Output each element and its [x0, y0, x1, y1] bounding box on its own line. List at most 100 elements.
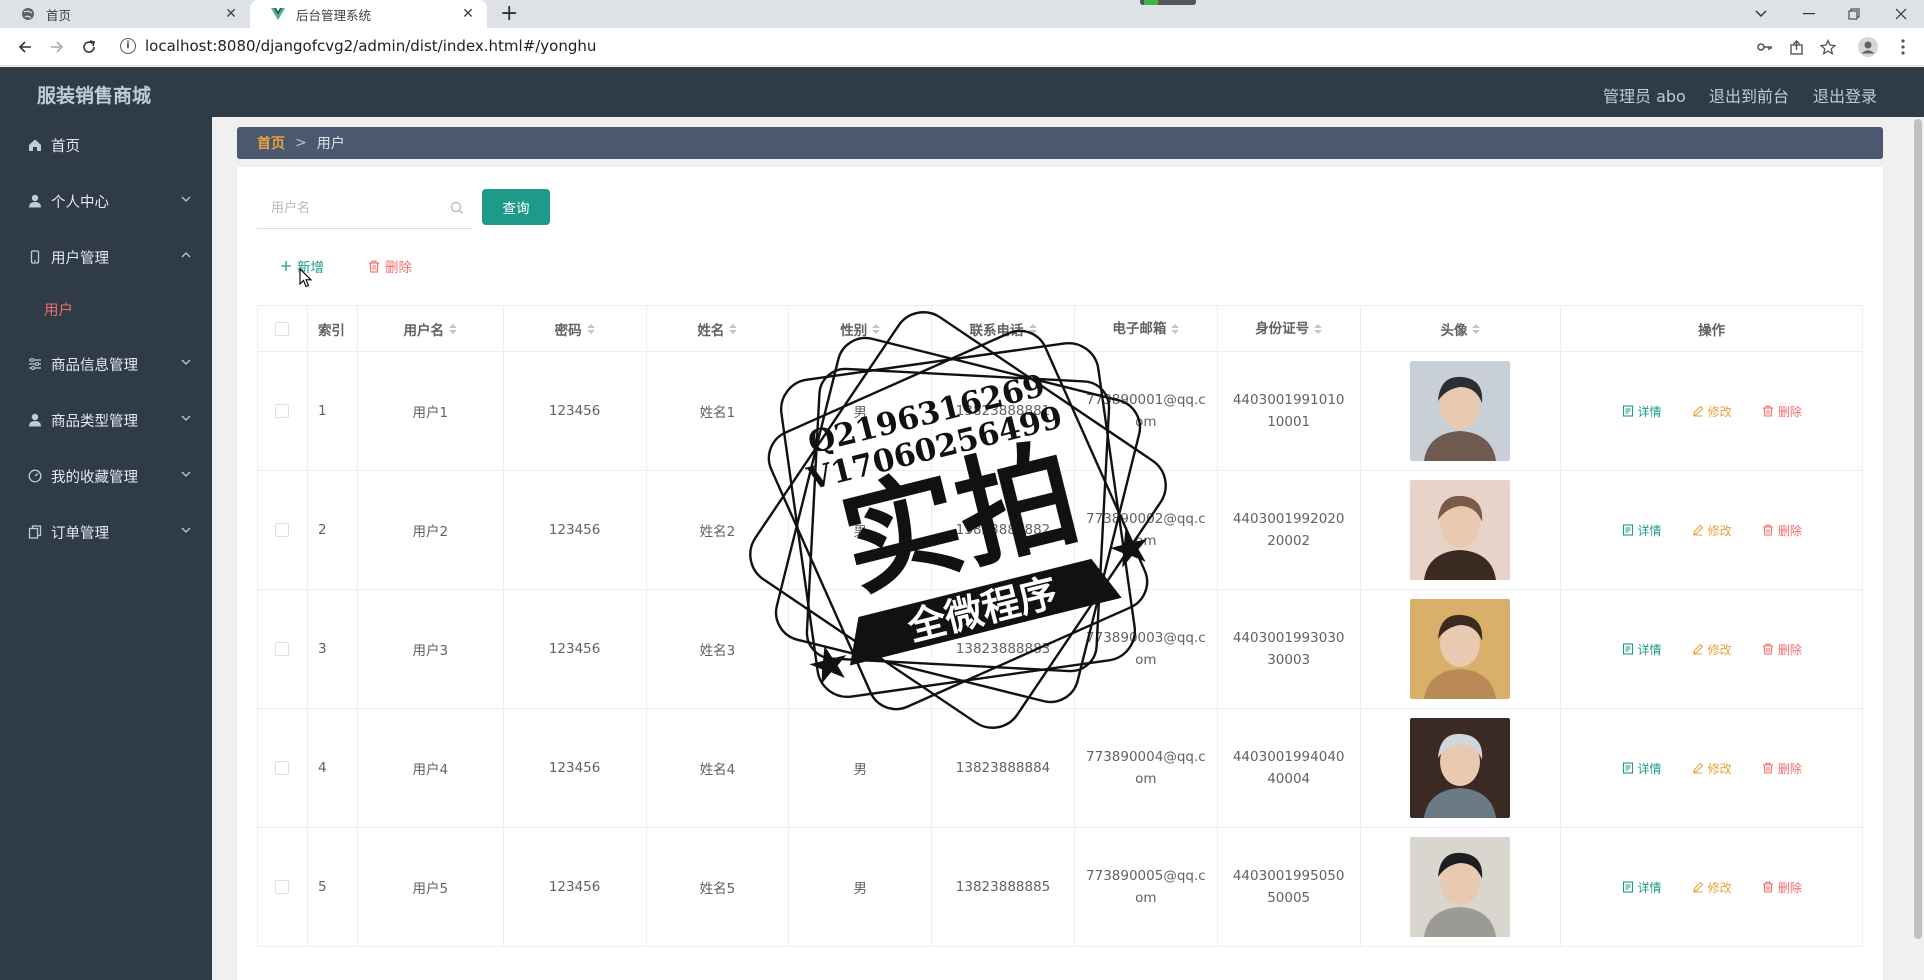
- sidebar-item-user-management[interactable]: 用户管理: [0, 235, 212, 279]
- browser-tab-admin[interactable]: 后台管理系统 ✕: [250, 0, 487, 28]
- share-icon[interactable]: [1786, 37, 1806, 57]
- sort-icon[interactable]: [1171, 323, 1180, 334]
- logout-link[interactable]: 退出登录: [1813, 83, 1877, 107]
- avatar[interactable]: [1410, 480, 1511, 580]
- content-panel: 查询 新增 删除 索引 用户名 密码 姓名 性别 联系电话: [237, 167, 1883, 980]
- close-icon[interactable]: ✕: [459, 6, 477, 22]
- edit-button[interactable]: 修改: [1692, 760, 1732, 777]
- sidebar-item-label: 订单管理: [51, 525, 109, 542]
- column-header-sortable[interactable]: 密码: [504, 306, 647, 351]
- brand-title: 服装销售商城: [37, 85, 152, 107]
- close-icon[interactable]: ✕: [222, 6, 240, 22]
- delete-button[interactable]: 删除: [1762, 522, 1802, 539]
- cell-username: 用户1: [358, 352, 504, 470]
- mouse-cursor-icon: [299, 267, 313, 288]
- sidebar-item-label: 商品信息管理: [51, 357, 138, 374]
- delete-button[interactable]: 删除: [1762, 641, 1802, 658]
- sidebar-item-home[interactable]: 首页: [0, 123, 212, 167]
- edit-button[interactable]: 修改: [1692, 879, 1732, 896]
- search-input[interactable]: [257, 189, 447, 227]
- cell-idcard: 440300199303030003: [1218, 590, 1361, 708]
- row-checkbox[interactable]: [275, 880, 290, 894]
- document-icon: [1622, 762, 1633, 774]
- detail-button[interactable]: 详情: [1622, 879, 1662, 896]
- window-close-icon[interactable]: [1895, 0, 1907, 28]
- detail-button[interactable]: 详情: [1622, 403, 1662, 420]
- scrollbar-thumb[interactable]: [1914, 119, 1922, 939]
- column-header-sortable[interactable]: 姓名: [647, 306, 790, 351]
- browser-tab-home[interactable]: 首页 ✕: [0, 0, 250, 28]
- column-header-sortable[interactable]: 性别: [789, 306, 933, 351]
- sidebar-item-favorites[interactable]: 我的收藏管理: [0, 454, 212, 498]
- column-header-sortable[interactable]: 联系电话: [932, 306, 1075, 351]
- sort-icon[interactable]: [872, 323, 881, 334]
- row-checkbox[interactable]: [275, 404, 290, 418]
- delete-label: 删除: [1777, 523, 1802, 538]
- back-to-front-link[interactable]: 退出到前台: [1709, 83, 1789, 107]
- sort-icon[interactable]: [1314, 323, 1323, 334]
- sidebar-item-product-info[interactable]: 商品信息管理: [0, 342, 212, 386]
- detail-label: 详情: [1637, 523, 1662, 538]
- detail-button[interactable]: 详情: [1622, 760, 1662, 777]
- detail-button[interactable]: 详情: [1622, 641, 1662, 658]
- column-header-sortable[interactable]: 身份证号: [1218, 306, 1361, 351]
- window-indicator: [1140, 0, 1196, 5]
- select-all-checkbox[interactable]: [275, 321, 290, 336]
- avatar[interactable]: [1410, 837, 1511, 937]
- restore-icon[interactable]: [1848, 0, 1860, 28]
- edit-button[interactable]: 修改: [1692, 403, 1732, 420]
- sidebar-item-personal-center[interactable]: 个人中心: [0, 179, 212, 223]
- star-icon[interactable]: [1818, 37, 1838, 57]
- cell-operations: 详情 修改 删除: [1561, 590, 1862, 708]
- cell-name: 姓名3: [647, 590, 790, 708]
- chevron-down-icon[interactable]: [1755, 0, 1767, 28]
- trash-icon: [367, 259, 381, 273]
- delete-button[interactable]: 删除: [1762, 760, 1802, 777]
- row-checkbox[interactable]: [275, 642, 290, 656]
- sort-icon[interactable]: [586, 323, 595, 334]
- pencil-icon: [1692, 762, 1703, 774]
- column-header-sortable[interactable]: 电子邮箱: [1075, 306, 1218, 351]
- row-select-cell: [258, 828, 308, 946]
- detail-button[interactable]: 详情: [1622, 522, 1662, 539]
- edit-button[interactable]: 修改: [1692, 641, 1732, 658]
- edit-button[interactable]: 修改: [1692, 522, 1732, 539]
- menu-kebab-icon[interactable]: [1893, 37, 1913, 57]
- sidebar-item-orders[interactable]: 订单管理: [0, 510, 212, 554]
- avatar[interactable]: [1410, 718, 1511, 818]
- delete-button[interactable]: 删除: [1762, 403, 1802, 420]
- column-header-sortable[interactable]: 用户名: [358, 306, 504, 351]
- vertical-scrollbar[interactable]: [1912, 117, 1924, 980]
- sort-icon[interactable]: [729, 323, 738, 334]
- batch-delete-button[interactable]: 删除: [367, 256, 412, 276]
- key-icon[interactable]: [1755, 37, 1775, 57]
- sort-icon[interactable]: [449, 323, 458, 334]
- sort-icon[interactable]: [1028, 323, 1037, 334]
- minimize-icon[interactable]: [1803, 0, 1815, 28]
- cell-phone: 13823888883: [932, 590, 1075, 708]
- row-checkbox[interactable]: [275, 761, 290, 775]
- search-field: [257, 189, 472, 229]
- sort-icon[interactable]: [1472, 323, 1481, 334]
- reload-icon[interactable]: [78, 36, 100, 58]
- back-icon[interactable]: [14, 36, 36, 58]
- cell-idcard: 440300199505050005: [1218, 828, 1361, 946]
- url-text[interactable]: localhost:8080/djangofcvg2/admin/dist/in…: [145, 37, 596, 55]
- sidebar-item-users[interactable]: 用户: [0, 287, 212, 331]
- trash-icon: [1762, 405, 1773, 417]
- profile-avatar-icon[interactable]: [1858, 37, 1878, 57]
- globe-icon: [20, 6, 36, 22]
- avatar[interactable]: [1410, 361, 1511, 461]
- column-header-sortable[interactable]: 头像: [1361, 306, 1562, 351]
- sidebar-item-product-type[interactable]: 商品类型管理: [0, 398, 212, 442]
- delete-button[interactable]: 删除: [1762, 879, 1802, 896]
- breadcrumb-home[interactable]: 首页: [257, 133, 285, 153]
- cell-name: 姓名1: [647, 352, 790, 470]
- site-info-icon[interactable]: i: [120, 38, 136, 54]
- avatar[interactable]: [1410, 599, 1511, 699]
- new-tab-button[interactable]: +: [500, 2, 518, 26]
- query-button[interactable]: 查询: [482, 189, 550, 225]
- pencil-icon: [1692, 881, 1703, 893]
- row-checkbox[interactable]: [275, 523, 290, 537]
- forward-icon[interactable]: [46, 36, 68, 58]
